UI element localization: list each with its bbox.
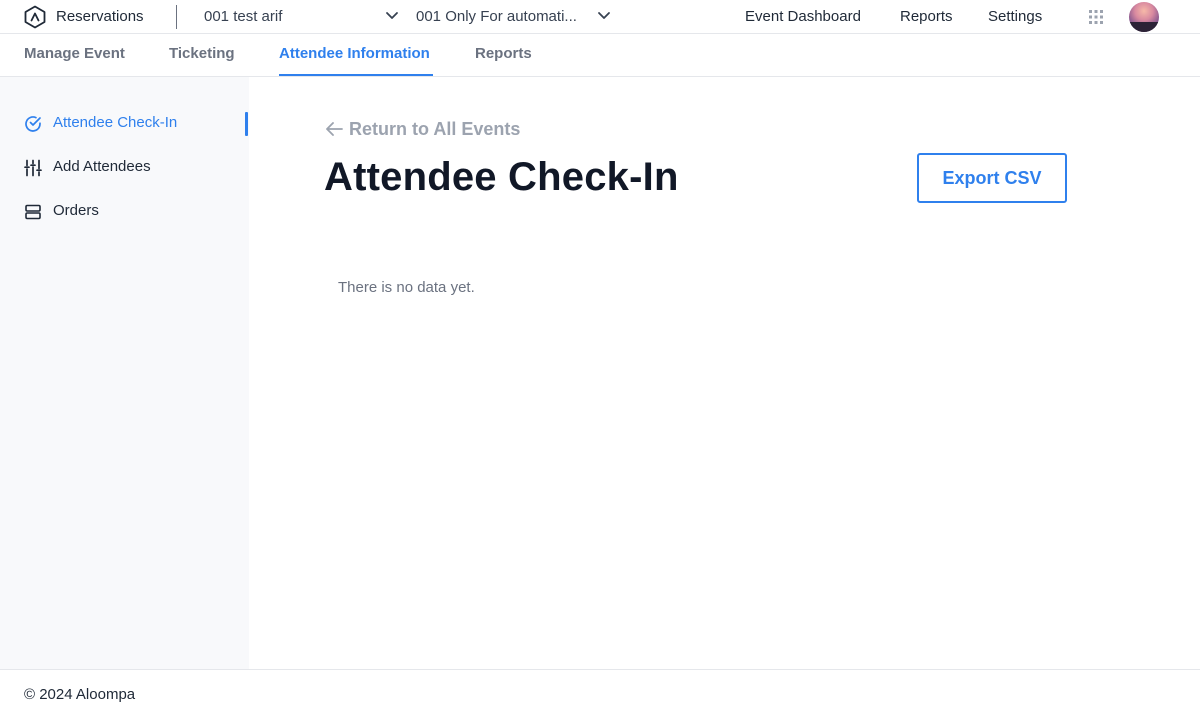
app-title[interactable]: Reservations: [56, 8, 144, 25]
copyright-text: © 2024 Aloompa: [24, 686, 136, 703]
sidebar-item-label: Orders: [53, 202, 99, 219]
export-csv-button[interactable]: Export CSV: [917, 153, 1067, 203]
tab-attendee-information[interactable]: Attendee Information: [279, 45, 430, 62]
check-circle-icon: [25, 116, 41, 132]
return-link-label: Return to All Events: [349, 119, 521, 139]
sidebar-item-add-attendees[interactable]: Add Attendees: [24, 156, 249, 180]
arrow-left-icon: [326, 122, 343, 136]
apps-grid-icon[interactable]: [1089, 10, 1103, 24]
nav-event-dashboard[interactable]: Event Dashboard: [745, 8, 861, 25]
sidebar-item-label: Attendee Check-In: [53, 114, 178, 131]
top-bar: Reservations 001 test arif 001 Only For …: [0, 0, 1200, 34]
section-tabs: Manage Event Ticketing Attendee Informat…: [0, 34, 1200, 77]
divider: [176, 5, 177, 29]
sidebar-item-orders[interactable]: Orders: [24, 200, 249, 224]
logo-icon[interactable]: [24, 5, 46, 29]
active-item-indicator: [245, 112, 248, 136]
nav-settings[interactable]: Settings: [988, 8, 1042, 25]
empty-state-message: There is no data yet.: [338, 279, 475, 296]
nav-reports[interactable]: Reports: [900, 8, 953, 25]
chevron-down-icon[interactable]: [385, 11, 399, 21]
active-tab-indicator: [279, 74, 433, 76]
avatar[interactable]: [1129, 2, 1159, 32]
page-title: Attendee Check-In: [324, 155, 679, 199]
sliders-icon: [24, 159, 42, 177]
footer: © 2024 Aloompa: [0, 669, 1200, 720]
server-icon: [25, 204, 41, 220]
tab-manage-event[interactable]: Manage Event: [24, 45, 125, 62]
sidebar-item-attendee-check-in[interactable]: Attendee Check-In: [24, 112, 249, 136]
sidebar-item-label: Add Attendees: [53, 158, 151, 175]
chevron-down-icon[interactable]: [597, 11, 611, 21]
event-select[interactable]: 001 Only For automati...: [416, 8, 577, 25]
tab-ticketing[interactable]: Ticketing: [169, 45, 235, 62]
organization-select[interactable]: 001 test arif: [204, 8, 282, 25]
sidebar: Attendee Check-In Add Attendees Orders: [0, 77, 249, 669]
tab-reports[interactable]: Reports: [475, 45, 532, 62]
